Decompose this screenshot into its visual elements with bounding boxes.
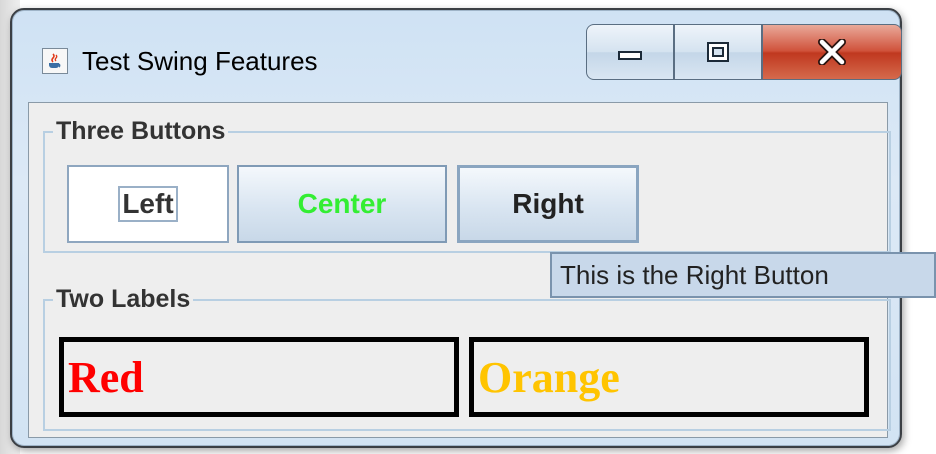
red-label-text: Red: [68, 352, 144, 402]
close-icon: [818, 39, 846, 65]
right-button-tooltip: This is the Right Button: [550, 252, 936, 298]
two-labels-title: Two Labels: [53, 285, 194, 314]
red-label: Red: [59, 337, 459, 417]
java-coffee-icon: [42, 48, 68, 74]
app-window: Test Swing Features Three Buttons Left C…: [10, 8, 902, 448]
maximize-icon: [707, 42, 729, 62]
tooltip-text: This is the Right Button: [560, 259, 829, 290]
three-buttons-title: Three Buttons: [53, 117, 229, 146]
right-button-label: Right: [512, 188, 584, 219]
orange-label-text: Orange: [478, 352, 620, 402]
orange-label: Orange: [469, 337, 869, 417]
left-button-label: Left: [118, 186, 178, 222]
minimize-button[interactable]: [586, 24, 674, 80]
left-button[interactable]: Left: [67, 165, 229, 243]
window-title: Test Swing Features: [82, 46, 318, 76]
minimize-icon: [618, 51, 642, 60]
center-button-label: Center: [297, 188, 387, 219]
title-bar[interactable]: Test Swing Features: [12, 10, 902, 96]
maximize-button[interactable]: [674, 24, 762, 80]
right-button[interactable]: Right: [457, 165, 639, 243]
window-controls: [586, 24, 902, 80]
close-button[interactable]: [762, 24, 902, 80]
center-button[interactable]: Center: [237, 165, 447, 243]
